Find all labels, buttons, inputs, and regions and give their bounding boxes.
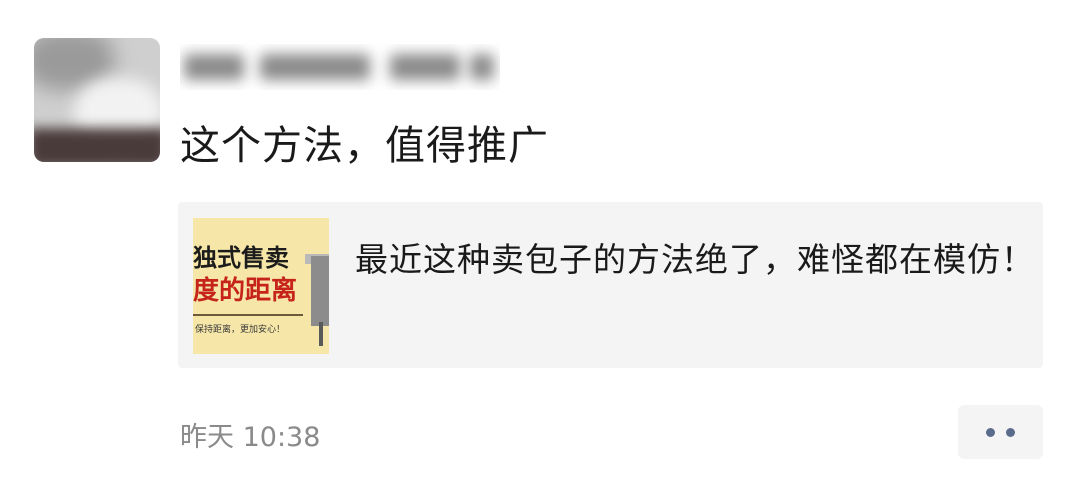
more-dots-icon <box>986 428 995 437</box>
blurred-text-block <box>184 54 244 80</box>
article-thumbnail: 独式售卖 度的距离 保持距离，更加安心！ <box>193 218 329 354</box>
thumbnail-divider <box>193 314 303 316</box>
thumbnail-line-1: 独式售卖 <box>193 244 289 272</box>
avatar-blur-region <box>34 128 160 162</box>
user-nickname-blurred[interactable] <box>180 44 500 90</box>
more-dots-icon <box>1006 428 1015 437</box>
avatar[interactable] <box>34 38 160 162</box>
thumbnail-line-2: 度的距离 <box>193 276 298 306</box>
blurred-text-block <box>470 54 494 80</box>
blurred-text-block <box>260 54 370 80</box>
blurred-text-block <box>390 54 460 80</box>
thumbnail-line-3: 保持距离，更加安心！ <box>195 325 286 335</box>
article-title: 最近这种卖包子的方法绝了，难怪都在模仿！ <box>355 240 1035 279</box>
post-text: 这个方法，值得推广 <box>180 123 549 169</box>
thumbnail-stand-graphic <box>319 322 323 346</box>
more-actions-button[interactable] <box>958 405 1043 459</box>
post-timestamp: 昨天 10:38 <box>180 422 321 453</box>
shared-article-card[interactable]: 独式售卖 度的距离 保持距离，更加安心！ 最近这种卖包子的方法绝了，难怪都在模仿… <box>178 202 1043 368</box>
thumbnail-stand-graphic <box>311 256 329 326</box>
